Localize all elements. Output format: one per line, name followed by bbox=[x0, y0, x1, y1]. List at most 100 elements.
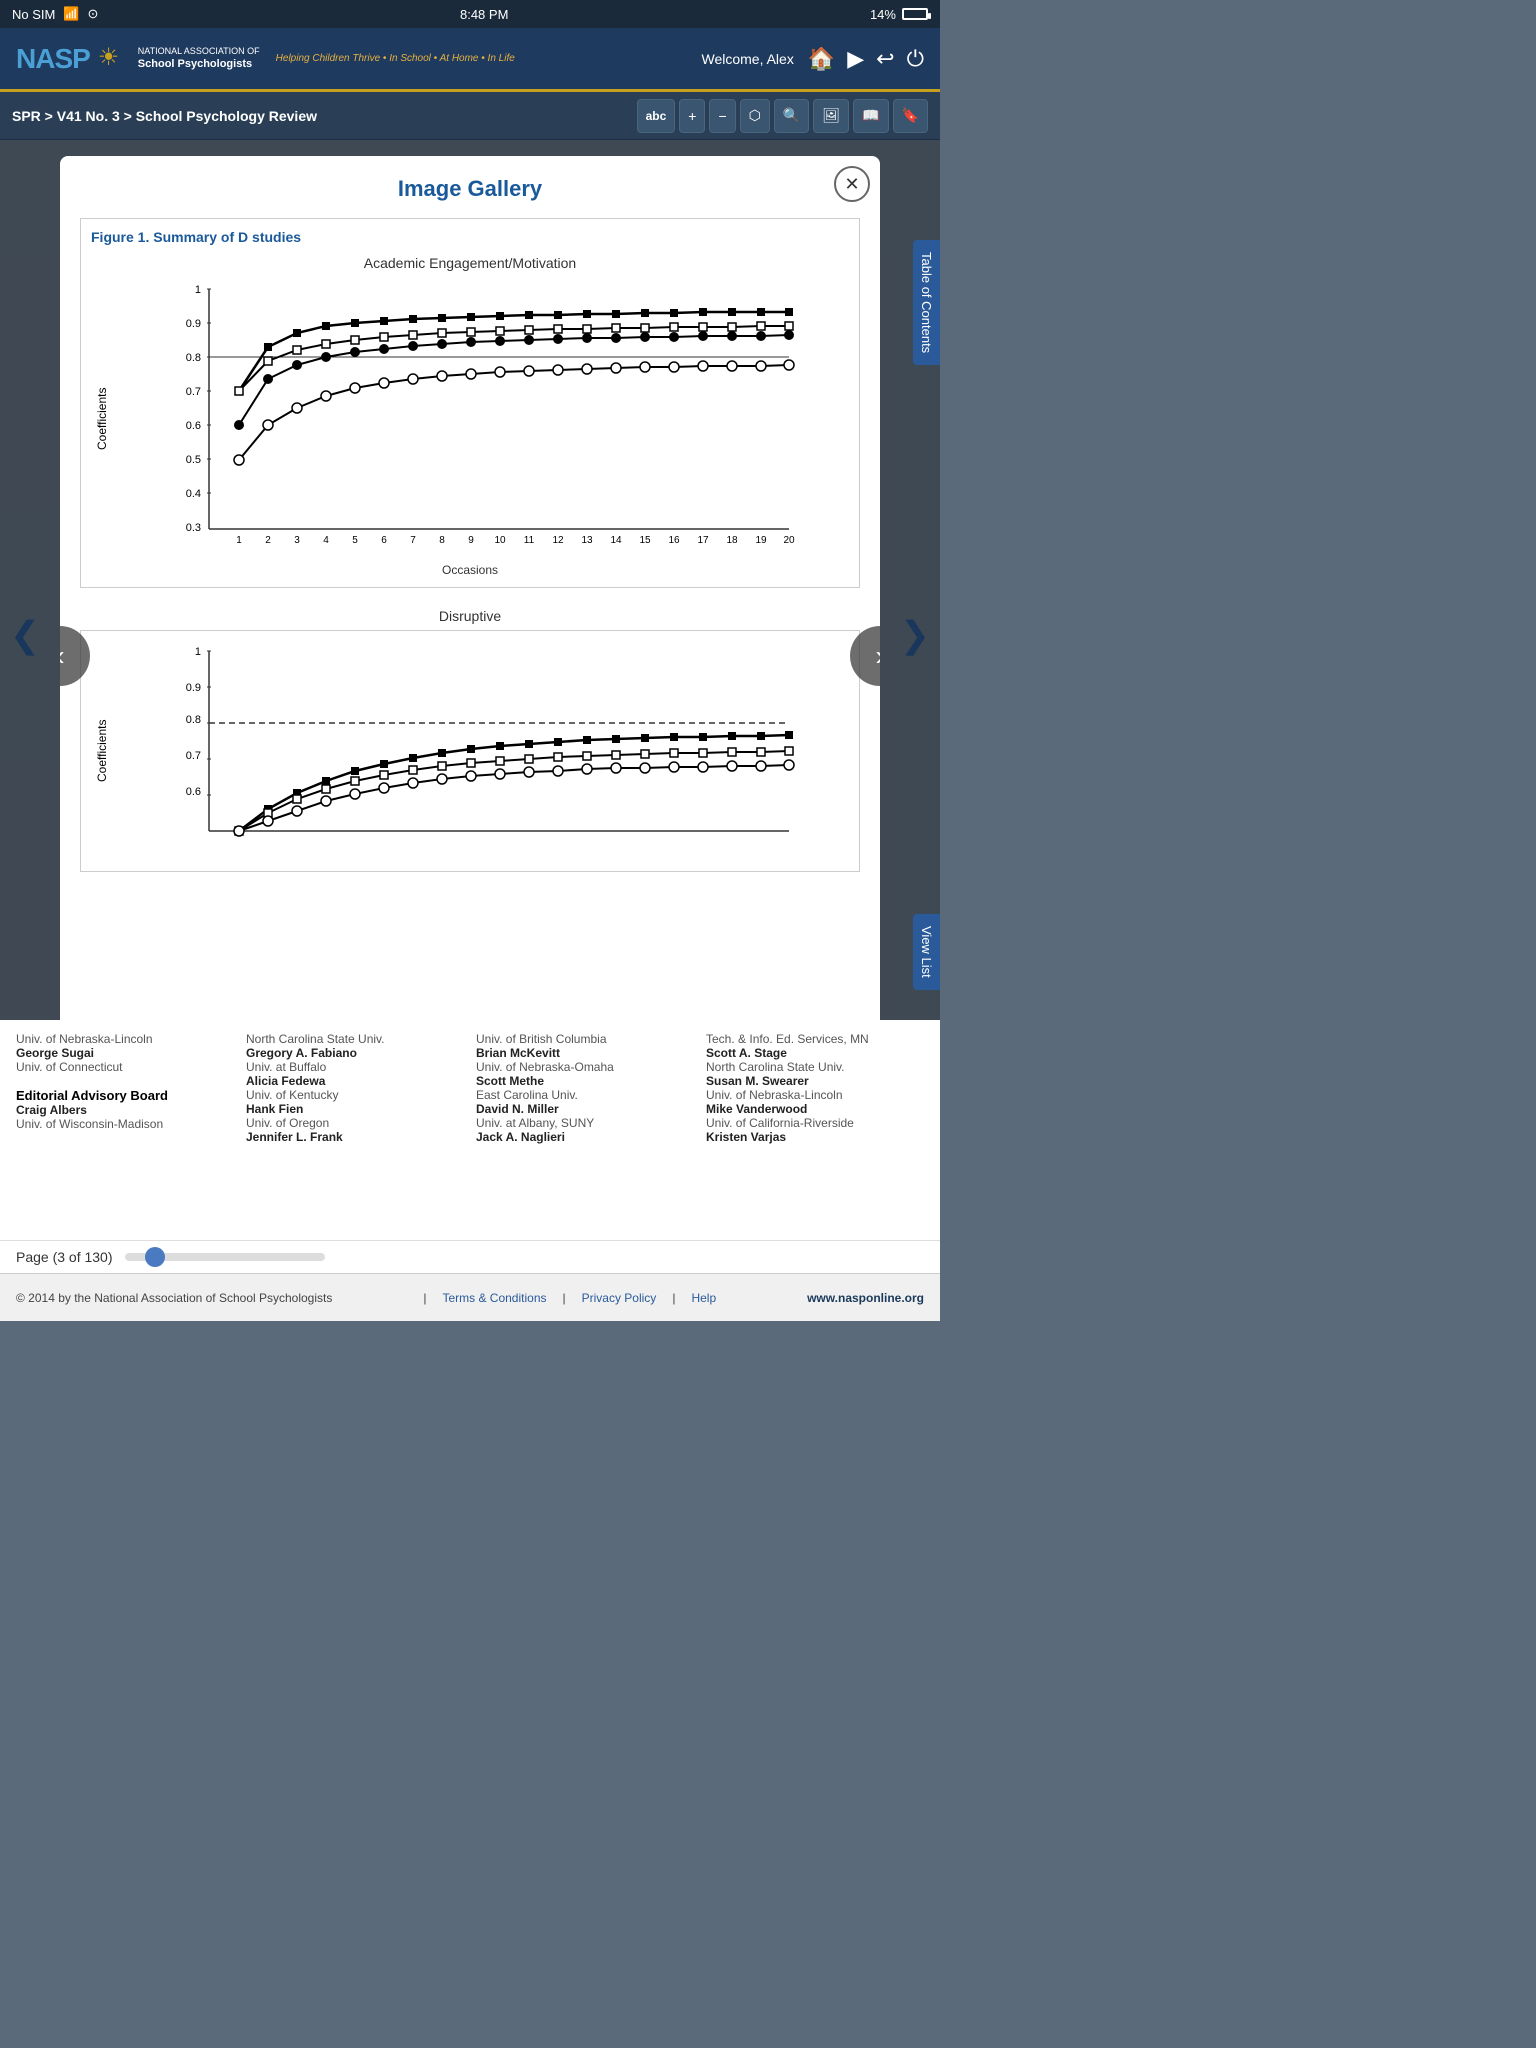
nasp-logo: NASP ☀ NATIONAL ASSOCIATION OF School Ps… bbox=[16, 43, 515, 75]
chart2-title: Disruptive bbox=[80, 608, 860, 624]
svg-text:0.7: 0.7 bbox=[186, 750, 201, 762]
org-line2: School Psychologists bbox=[138, 57, 260, 71]
svg-text:11: 11 bbox=[524, 535, 535, 546]
editor-name: Kristen Varjas bbox=[706, 1130, 786, 1144]
page-indicator: Page (3 of 130) bbox=[0, 1240, 940, 1273]
chevron-right-icon: › bbox=[875, 640, 880, 672]
svg-text:4: 4 bbox=[323, 535, 329, 546]
page-slider[interactable] bbox=[125, 1253, 325, 1261]
institution-text: Univ. of Nebraska-Lincoln bbox=[16, 1032, 153, 1046]
image-button[interactable]: 🖼 bbox=[813, 99, 849, 133]
svg-text:0.8: 0.8 bbox=[186, 352, 201, 364]
footer-links: | Terms & Conditions | Privacy Policy | … bbox=[423, 1291, 716, 1305]
editor-name: Craig Albers bbox=[16, 1103, 87, 1117]
page-slider-thumb[interactable] bbox=[145, 1247, 165, 1267]
power-button[interactable]: ⏻ bbox=[907, 46, 924, 72]
svg-text:9: 9 bbox=[468, 535, 474, 546]
chart1-y-label: Coefficients bbox=[91, 279, 109, 559]
chevron-left-icon: ‹ bbox=[60, 640, 65, 672]
chart2-svg: 1 0.9 0.8 0.7 0.6 bbox=[109, 641, 849, 861]
svg-text:0.5: 0.5 bbox=[186, 454, 201, 466]
search-button[interactable]: 🔍 bbox=[774, 99, 809, 133]
home-button[interactable]: 🏠 bbox=[808, 46, 835, 72]
privacy-link[interactable]: Privacy Policy bbox=[582, 1291, 657, 1305]
svg-text:15: 15 bbox=[639, 535, 651, 546]
book-button[interactable]: 📖 bbox=[853, 99, 888, 133]
svg-text:0.9: 0.9 bbox=[186, 318, 201, 330]
chart2-container: Coefficients 1 0.9 bbox=[80, 630, 860, 872]
signal-icon: ⊙ bbox=[88, 6, 99, 22]
gallery-modal: ✕ ‹ › Image Gallery Figure 1. Summary of… bbox=[60, 156, 880, 1156]
chart1-svg: 1 0.9 0.8 0.7 0.6 0.5 bbox=[109, 279, 849, 559]
app-header: NASP ☀ NATIONAL ASSOCIATION OF School Ps… bbox=[0, 28, 940, 92]
figure1-title: Figure 1. Summary of D studies bbox=[91, 229, 849, 245]
separator3: | bbox=[672, 1291, 675, 1305]
toc-tab[interactable]: Table of Contents bbox=[913, 240, 940, 365]
editor-name: Mike Vanderwood bbox=[706, 1102, 807, 1116]
svg-text:2: 2 bbox=[265, 535, 271, 546]
terms-link[interactable]: Terms & Conditions bbox=[442, 1291, 546, 1305]
svg-text:14: 14 bbox=[610, 535, 622, 546]
svg-text:0.8: 0.8 bbox=[186, 714, 201, 726]
editorial-content: Univ. of Nebraska-Lincoln George Sugai U… bbox=[0, 1020, 940, 1240]
institution-text: Univ. of British Columbia bbox=[476, 1032, 607, 1046]
help-link[interactable]: Help bbox=[691, 1291, 716, 1305]
institution-text: Univ. at Buffalo bbox=[246, 1060, 326, 1074]
main-content: Table of Contents ❮ ❯ View List Univ. of… bbox=[0, 140, 940, 1240]
editorial-col-4: Tech. & Info. Ed. Services, MN Scott A. … bbox=[706, 1032, 924, 1228]
back-button[interactable]: ↩ bbox=[876, 46, 894, 72]
header-right: Welcome, Alex 🏠 ▶ ↩ ⏻ bbox=[701, 46, 924, 72]
editorial-col-1: Univ. of Nebraska-Lincoln George Sugai U… bbox=[16, 1032, 234, 1228]
editorial-col-3: Univ. of British Columbia Brian McKevitt… bbox=[476, 1032, 694, 1228]
editor-name: Jennifer L. Frank bbox=[246, 1130, 343, 1144]
header-icons: 🏠 ▶ ↩ ⏻ bbox=[808, 46, 924, 72]
svg-text:3: 3 bbox=[294, 535, 300, 546]
separator2: | bbox=[563, 1291, 566, 1305]
close-button[interactable]: ✕ bbox=[834, 166, 870, 202]
carrier-label: No SIM bbox=[12, 7, 55, 22]
clock: 8:48 PM bbox=[460, 7, 508, 22]
svg-text:0.9: 0.9 bbox=[186, 682, 201, 694]
gallery-title: Image Gallery bbox=[80, 176, 860, 202]
institution-text: Univ. of California-Riverside bbox=[706, 1116, 854, 1130]
chart1-container: Figure 1. Summary of D studies Academic … bbox=[80, 218, 860, 588]
welcome-text: Welcome, Alex bbox=[701, 51, 793, 67]
institution-text: North Carolina State Univ. bbox=[246, 1032, 385, 1046]
editor-name: George Sugai bbox=[16, 1046, 94, 1060]
chart2-y-label: Coefficients bbox=[91, 641, 109, 861]
svg-text:13: 13 bbox=[581, 535, 593, 546]
svg-text:16: 16 bbox=[668, 535, 680, 546]
svg-text:19: 19 bbox=[755, 535, 767, 546]
svg-text:12: 12 bbox=[552, 535, 564, 546]
battery-percent: 14% bbox=[870, 7, 896, 22]
zoom-in-button[interactable]: + bbox=[679, 99, 705, 133]
wifi-icon: 📶 bbox=[63, 6, 79, 22]
nasp-symbol-icon: ☀ bbox=[98, 43, 130, 75]
share-button[interactable]: ⬡ bbox=[740, 99, 770, 133]
editorial-col-2: North Carolina State Univ. Gregory A. Fa… bbox=[246, 1032, 464, 1228]
abc-button[interactable]: abc bbox=[637, 99, 676, 133]
nasp-full-name: NATIONAL ASSOCIATION OF School Psycholog… bbox=[138, 46, 260, 72]
org-line1: NATIONAL ASSOCIATION OF bbox=[138, 46, 260, 58]
institution-text: Tech. & Info. Ed. Services, MN bbox=[706, 1032, 869, 1046]
play-button[interactable]: ▶ bbox=[847, 46, 864, 72]
chart1-title: Academic Engagement/Motivation bbox=[91, 255, 849, 271]
institution-text: Univ. of Wisconsin-Madison bbox=[16, 1117, 163, 1131]
svg-text:0.6: 0.6 bbox=[186, 420, 201, 432]
institution-text: East Carolina Univ. bbox=[476, 1088, 578, 1102]
svg-text:17: 17 bbox=[697, 535, 709, 546]
svg-text:7: 7 bbox=[410, 535, 416, 546]
copyright-text: © 2014 by the National Association of Sc… bbox=[16, 1291, 332, 1305]
editor-name: Susan M. Swearer bbox=[706, 1074, 809, 1088]
svg-text:0.6: 0.6 bbox=[186, 786, 201, 798]
zoom-out-button[interactable]: − bbox=[709, 99, 735, 133]
svg-text:5: 5 bbox=[352, 535, 358, 546]
editor-name: Alicia Fedewa bbox=[246, 1074, 325, 1088]
editor-name: Scott Methe bbox=[476, 1074, 544, 1088]
bookmark-button[interactable]: 🔖 bbox=[893, 99, 928, 133]
status-bar: No SIM 📶 ⊙ 8:48 PM 14% bbox=[0, 0, 940, 28]
editor-name: Scott A. Stage bbox=[706, 1046, 787, 1060]
svg-text:10: 10 bbox=[494, 535, 506, 546]
close-icon: ✕ bbox=[844, 174, 859, 195]
view-list-button[interactable]: View List bbox=[913, 914, 940, 990]
